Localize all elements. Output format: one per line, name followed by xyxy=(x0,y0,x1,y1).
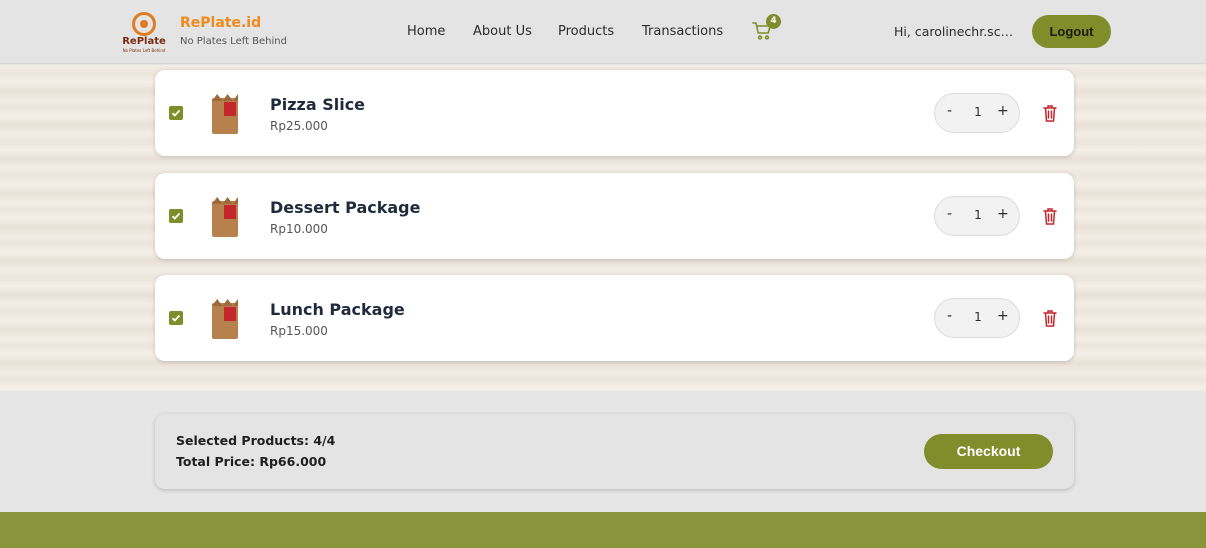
trash-icon[interactable] xyxy=(1043,104,1057,122)
item-checkbox[interactable] xyxy=(169,311,183,325)
increase-button[interactable]: + xyxy=(997,206,1009,222)
product-image xyxy=(210,197,240,237)
logo-word: RePlate xyxy=(122,36,166,47)
cart-item: Lunch Package Rp15.000 - 1 + xyxy=(155,275,1074,361)
logout-button[interactable]: Logout xyxy=(1032,15,1111,48)
quantity-stepper: - 1 + xyxy=(934,196,1020,236)
decrease-button[interactable]: - xyxy=(947,308,952,324)
item-price: Rp15.000 xyxy=(270,324,328,338)
nav-about-us[interactable]: About Us xyxy=(473,24,532,39)
logo-mark-icon xyxy=(132,12,156,36)
user-greeting: Hi, carolinechr.sch... xyxy=(894,24,1020,39)
cart-item: Pizza Slice Rp25.000 - 1 + xyxy=(155,70,1074,156)
trash-icon[interactable] xyxy=(1043,207,1057,225)
decrease-button[interactable]: - xyxy=(947,103,952,119)
increase-button[interactable]: + xyxy=(997,308,1009,324)
product-image xyxy=(210,94,240,134)
footer xyxy=(0,512,1206,548)
product-image xyxy=(210,299,240,339)
nav-home[interactable]: Home xyxy=(407,24,445,39)
item-checkbox[interactable] xyxy=(169,106,183,120)
item-name: Dessert Package xyxy=(270,198,421,217)
quantity-stepper: - 1 + xyxy=(934,298,1020,338)
trash-icon[interactable] xyxy=(1043,309,1057,327)
decrease-button[interactable]: - xyxy=(947,206,952,222)
logo-tagline: No Plates Left Behind xyxy=(122,48,166,53)
nav-products[interactable]: Products xyxy=(558,24,614,39)
quantity-value: 1 xyxy=(974,105,982,119)
total-price: Total Price: Rp66.000 xyxy=(176,454,327,469)
item-price: Rp10.000 xyxy=(270,222,328,236)
selected-products-count: Selected Products: 4/4 xyxy=(176,433,336,448)
cart-summary: Selected Products: 4/4 Total Price: Rp66… xyxy=(155,414,1074,489)
nav-transactions[interactable]: Transactions xyxy=(642,24,723,39)
quantity-value: 1 xyxy=(974,310,982,324)
quantity-stepper: - 1 + xyxy=(934,93,1020,133)
item-name: Pizza Slice xyxy=(270,95,366,114)
cart-item: Dessert Package Rp10.000 - 1 + xyxy=(155,173,1074,259)
brand-subtitle: No Plates Left Behind xyxy=(180,36,287,47)
quantity-value: 1 xyxy=(974,208,982,222)
brand-title: RePlate.id xyxy=(180,15,262,31)
cart-count-badge: 4 xyxy=(766,14,781,29)
increase-button[interactable]: + xyxy=(997,103,1009,119)
item-checkbox[interactable] xyxy=(169,209,183,223)
item-name: Lunch Package xyxy=(270,300,405,319)
item-price: Rp25.000 xyxy=(270,119,328,133)
header: RePlate No Plates Left Behind RePlate.id… xyxy=(0,0,1206,64)
checkout-button[interactable]: Checkout xyxy=(924,434,1053,469)
replate-logo[interactable]: RePlate No Plates Left Behind xyxy=(120,12,168,53)
